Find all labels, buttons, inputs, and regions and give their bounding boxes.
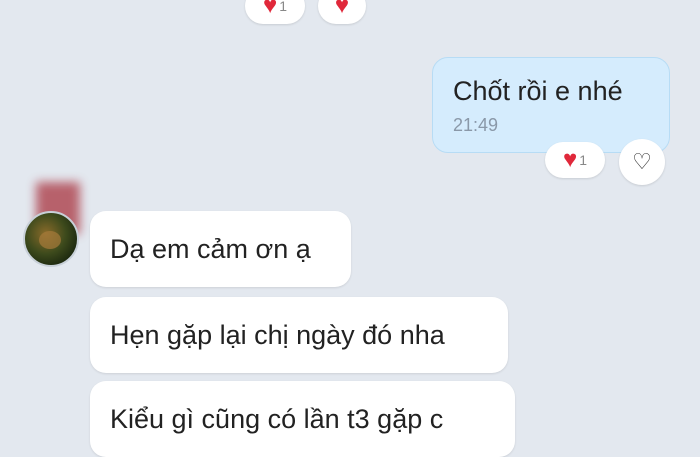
reaction-count: 1 bbox=[579, 152, 588, 168]
message-text: Kiểu gì cũng có lần t3 gặp c bbox=[110, 403, 444, 434]
incoming-message-bubble[interactable]: Dạ em cảm ơn ạ bbox=[90, 211, 351, 287]
heart-icon: ♥ bbox=[562, 146, 578, 173]
message-time: 21:49 bbox=[453, 115, 499, 135]
react-heart-button-top[interactable]: ♥ bbox=[318, 0, 366, 24]
avatar[interactable] bbox=[23, 211, 79, 267]
react-button[interactable]: ♡ bbox=[619, 139, 665, 185]
message-text: Chốt rồi e nhé bbox=[453, 76, 623, 106]
message-text: Dạ em cảm ơn ạ bbox=[110, 233, 311, 264]
heart-icon: ♥ bbox=[334, 0, 350, 19]
reaction-pill-top[interactable]: ♥ 1 bbox=[245, 0, 305, 24]
outgoing-message-bubble[interactable]: Chốt rồi e nhé 21:49 bbox=[432, 57, 670, 153]
heart-outline-icon: ♡ bbox=[632, 149, 652, 174]
incoming-message-bubble[interactable]: Hẹn gặp lại chị ngày đó nha bbox=[90, 297, 508, 373]
message-text: Hẹn gặp lại chị ngày đó nha bbox=[110, 319, 445, 350]
incoming-message-bubble[interactable]: Kiểu gì cũng có lần t3 gặp c bbox=[90, 381, 515, 457]
reaction-pill[interactable]: ♥ 1 bbox=[545, 142, 605, 178]
reaction-count: 1 bbox=[279, 0, 288, 14]
heart-icon: ♥ bbox=[262, 0, 278, 19]
